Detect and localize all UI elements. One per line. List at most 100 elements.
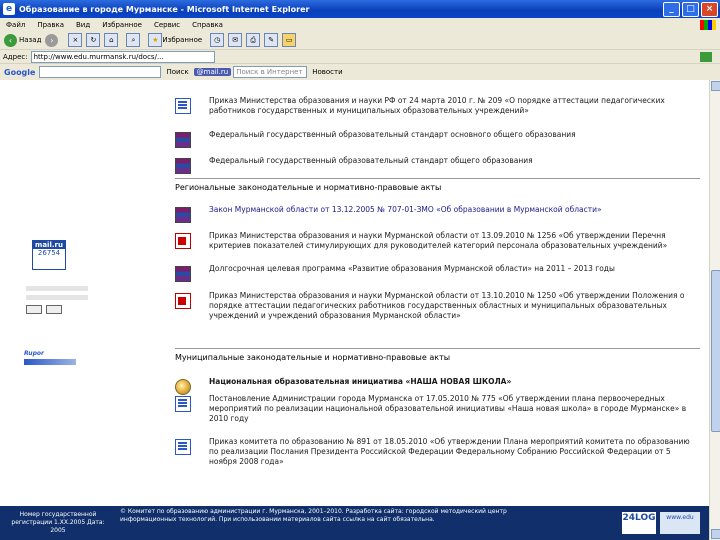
list-item[interactable]: Национальная образовательная инициатива … <box>175 377 700 395</box>
address-label: Адрес: <box>3 53 28 61</box>
menu-tools[interactable]: Сервис <box>154 21 180 29</box>
rar-icon <box>175 158 191 174</box>
list-item[interactable]: Федеральный государственный образователь… <box>175 130 700 148</box>
google-search-button[interactable]: Поиск <box>166 68 188 76</box>
list-item[interactable]: Приказ Министерства образования и науки … <box>175 291 700 321</box>
history-icon[interactable]: ◷ <box>210 33 225 47</box>
footer-registration: Номер государственной регистрации 1.ХХ.2… <box>11 511 105 534</box>
document-link[interactable]: Федеральный государственный образователь… <box>209 156 533 174</box>
google-search-input[interactable] <box>39 66 162 78</box>
address-input[interactable]: http://www.edu.murmansk.ru/docs/... <box>30 51 215 63</box>
scrollbar-thumb[interactable] <box>711 270 720 432</box>
list-item[interactable]: Приказ Министерства образования и науки … <box>175 96 700 116</box>
folder-icon[interactable]: ▭ <box>282 33 297 47</box>
back-button[interactable]: ‹ Назад <box>4 33 42 47</box>
stop-icon[interactable]: × <box>68 33 83 47</box>
section-heading-municipal: Муниципальные законодательные и норматив… <box>175 353 451 362</box>
rupor-banner[interactable]: Rupor <box>24 350 76 370</box>
rar-icon <box>175 266 191 282</box>
counter-value: 26754 <box>37 249 61 257</box>
menu-view[interactable]: Вид <box>76 21 90 29</box>
internet-search-input[interactable]: Поиск в Интернет <box>233 66 308 78</box>
login-box <box>26 282 88 332</box>
left-column: mail.ru 26754 Rupor <box>0 80 110 490</box>
list-item[interactable]: Постановление Администрации города Мурма… <box>175 394 700 424</box>
ie-icon: e <box>3 3 15 15</box>
minimize-button[interactable]: _ <box>663 1 680 17</box>
forward-button[interactable]: › <box>45 33 60 47</box>
footer-logo[interactable]: 24LOG <box>622 512 656 534</box>
rupor-logo: Rupor <box>24 350 44 357</box>
windows-flag-icon <box>700 19 716 30</box>
globe-icon <box>175 379 191 395</box>
register-button[interactable] <box>46 305 62 314</box>
window-title: Образование в городе Мурманске - Microso… <box>19 4 310 14</box>
divider <box>175 178 700 179</box>
document-link[interactable]: Постановление Администрации города Мурма… <box>209 394 700 424</box>
menu-bar: Файл Правка Вид Избранное Сервис Справка <box>0 18 720 32</box>
forward-arrow-icon: › <box>45 33 59 47</box>
news-link[interactable]: Новости <box>312 68 342 76</box>
document-link[interactable]: Национальная образовательная инициатива … <box>209 377 511 395</box>
rupor-stripe <box>24 359 76 365</box>
document-link[interactable]: Приказ Министерства образования и науки … <box>209 96 700 116</box>
login-button[interactable] <box>26 305 42 314</box>
divider <box>175 348 700 349</box>
list-item[interactable]: Долгосрочная целевая программа «Развитие… <box>175 264 700 282</box>
document-link[interactable]: Приказ Министерства образования и науки … <box>209 291 700 321</box>
google-toolbar: Google Поиск @mail.ru Поиск в Интернет Н… <box>0 63 720 81</box>
doc-icon <box>175 98 191 114</box>
scroll-up-arrow-icon[interactable] <box>711 81 720 91</box>
refresh-icon[interactable]: ↻ <box>86 33 101 47</box>
mail-icon[interactable]: ✉ <box>228 33 243 47</box>
go-button[interactable] <box>700 52 712 62</box>
scroll-down-arrow-icon[interactable] <box>711 529 720 539</box>
edit-icon[interactable]: ✎ <box>264 33 279 47</box>
menu-edit[interactable]: Правка <box>37 21 64 29</box>
footer-logo-secondary[interactable]: www.edu <box>660 512 700 534</box>
mailru-counter[interactable]: mail.ru 26754 <box>32 240 66 270</box>
menu-favorites[interactable]: Избранное <box>102 21 142 29</box>
home-icon[interactable]: ⌂ <box>104 33 119 47</box>
back-arrow-icon: ‹ <box>4 33 17 47</box>
page-footer: Номер государственной регистрации 1.ХХ.2… <box>0 506 709 540</box>
menu-help[interactable]: Справка <box>192 21 223 29</box>
window-titlebar: e Образование в городе Мурманске - Micro… <box>0 0 720 18</box>
menu-file[interactable]: Файл <box>6 21 25 29</box>
favorites-label: Избранное <box>162 36 203 44</box>
footer-copyright: © Комитет по образованию администрации г… <box>120 508 507 523</box>
toolbar: ‹ Назад › × ↻ ⌂ ⌕ ★ Избранное ◷ ✉ ⎙ ✎ ▭ <box>0 31 720 49</box>
document-link[interactable]: Закон Мурманской области от 13.12.2005 №… <box>209 205 602 223</box>
print-icon[interactable]: ⎙ <box>246 33 261 47</box>
document-link[interactable]: Приказ Министерства образования и науки … <box>209 231 700 251</box>
doc-icon <box>175 396 191 412</box>
search-button[interactable]: ⌕ <box>122 33 141 47</box>
list-item[interactable]: Федеральный государственный образователь… <box>175 156 700 174</box>
doc-icon <box>175 439 191 455</box>
star-icon: ★ <box>148 33 163 47</box>
favorites-button[interactable]: ★ Избранное <box>144 33 202 47</box>
password-field[interactable] <box>26 295 88 300</box>
rar-icon <box>175 207 191 223</box>
list-item[interactable]: Приказ Министерства образования и науки … <box>175 231 700 251</box>
login-field[interactable] <box>26 286 88 291</box>
section-heading-regional: Региональные законодательные и нормативн… <box>175 183 442 192</box>
maximize-button[interactable]: □ <box>682 1 699 17</box>
address-bar: Адрес: http://www.edu.murmansk.ru/docs/.… <box>0 49 720 64</box>
vertical-scrollbar[interactable] <box>709 80 720 540</box>
google-logo: Google <box>4 67 36 77</box>
document-link[interactable]: Федеральный государственный образователь… <box>209 130 576 148</box>
list-item[interactable]: Закон Мурманской области от 13.12.2005 №… <box>175 205 700 223</box>
page-viewport: mail.ru 26754 Rupor Приказ Министерства … <box>0 80 709 540</box>
counter-label: mail.ru <box>33 241 65 249</box>
rar-icon <box>175 132 191 148</box>
document-link[interactable]: Долгосрочная целевая программа «Развитие… <box>209 264 615 282</box>
pdf-icon <box>175 233 191 249</box>
back-label: Назад <box>19 36 42 44</box>
close-button[interactable]: × <box>701 1 718 17</box>
list-item[interactable]: Приказ комитета по образованию № 891 от … <box>175 437 700 467</box>
document-link[interactable]: Приказ комитета по образованию № 891 от … <box>209 437 700 467</box>
mailru-button[interactable]: @mail.ru <box>193 68 232 76</box>
pdf-icon <box>175 293 191 309</box>
search-icon: ⌕ <box>126 33 141 47</box>
